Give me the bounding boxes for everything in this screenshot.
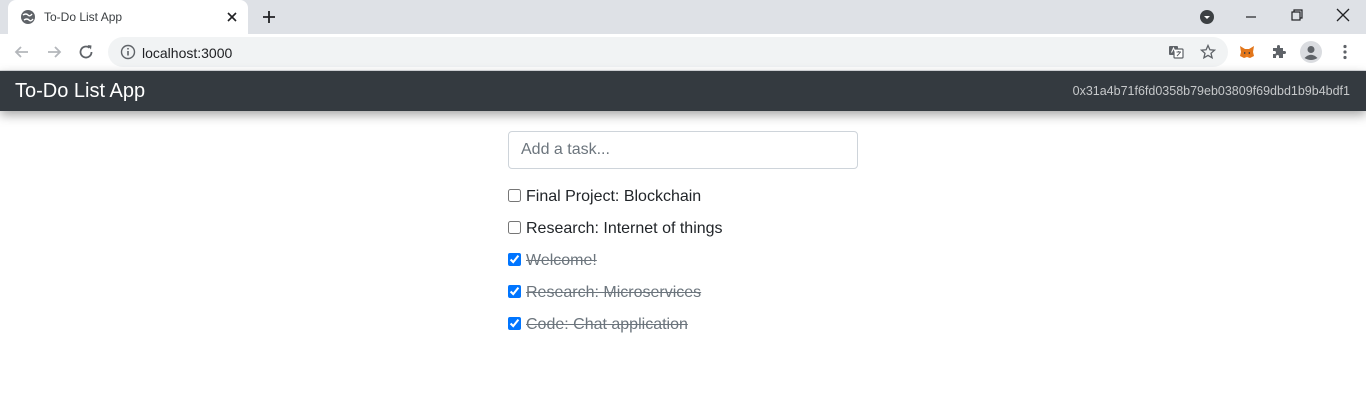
task-label: Research: Microservices	[526, 284, 702, 301]
close-tab-icon[interactable]	[224, 9, 240, 25]
translate-icon[interactable]	[1168, 44, 1184, 60]
task-label: Code: Chat application	[526, 316, 688, 333]
task-item: Welcome!	[508, 245, 858, 277]
task-item: Code: Chat application	[508, 309, 858, 341]
browser-tab-strip: To-Do List App	[0, 0, 1366, 34]
task-item: Research: Internet of things	[508, 213, 858, 245]
app-brand[interactable]: To-Do List App	[15, 80, 145, 103]
task-list: Final Project: Blockchain Research: Inte…	[508, 181, 858, 341]
metamask-fox-icon[interactable]	[1238, 43, 1256, 61]
close-window-icon[interactable]	[1334, 6, 1352, 24]
tab-search-icon[interactable]	[1199, 9, 1215, 25]
minimize-icon[interactable]	[1242, 8, 1260, 26]
bookmark-star-icon[interactable]	[1200, 44, 1216, 60]
task-checkbox[interactable]	[508, 316, 521, 330]
task-checkbox[interactable]	[508, 284, 521, 298]
task-item: Research: Microservices	[508, 277, 858, 309]
globe-icon	[21, 10, 35, 24]
task-checkbox[interactable]	[508, 220, 521, 234]
task-label: Welcome!	[526, 252, 597, 269]
add-task-input[interactable]	[508, 131, 858, 169]
new-tab-icon[interactable]	[260, 8, 278, 26]
reload-icon[interactable]	[76, 42, 96, 62]
tab-title: To-Do List App	[44, 10, 123, 24]
restore-icon[interactable]	[1288, 6, 1306, 24]
more-menu-icon[interactable]	[1336, 43, 1354, 61]
app-navbar: To-Do List App 0x31a4b71f6fd0358b79eb038…	[0, 71, 1366, 111]
browser-tab[interactable]: To-Do List App	[8, 0, 248, 34]
back-arrow-icon[interactable]	[12, 42, 32, 62]
extensions-puzzle-icon[interactable]	[1270, 43, 1288, 61]
site-info-icon[interactable]	[120, 44, 136, 60]
task-checkbox[interactable]	[508, 188, 521, 202]
url-text[interactable]: localhost:3000	[142, 45, 232, 61]
forward-arrow-icon[interactable]	[44, 42, 64, 62]
profile-avatar-icon[interactable]	[1300, 41, 1322, 63]
browser-toolbar: localhost:3000	[0, 34, 1366, 71]
task-label: Final Project: Blockchain	[526, 188, 702, 205]
task-item: Final Project: Blockchain	[508, 181, 858, 213]
task-label: Research: Internet of things	[526, 220, 723, 237]
task-checkbox[interactable]	[508, 252, 521, 266]
todo-content: Final Project: Blockchain Research: Inte…	[508, 131, 858, 341]
account-address: 0x31a4b71f6fd0358b79eb03809f69dbd1b9b4bd…	[1072, 84, 1350, 98]
address-bar[interactable]: localhost:3000	[108, 37, 1228, 67]
